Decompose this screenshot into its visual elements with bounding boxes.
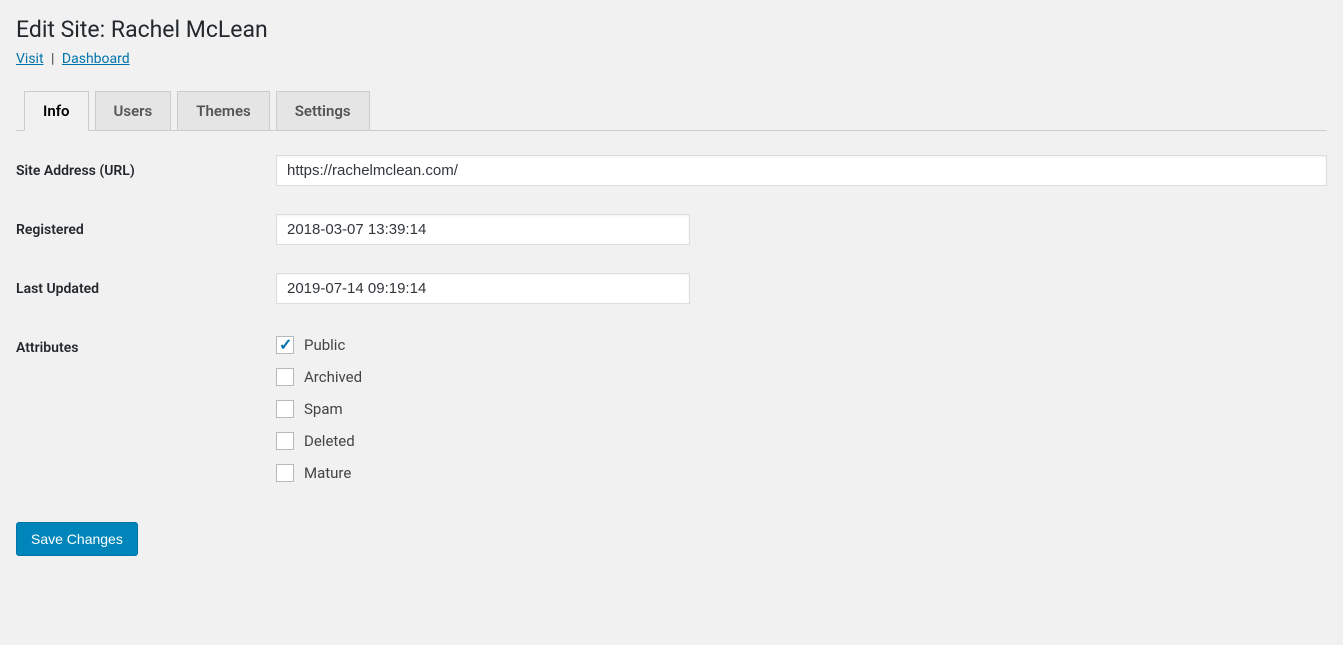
attribute-archived-label: Archived bbox=[304, 368, 362, 386]
tabs-container: Info Users Themes Settings bbox=[16, 91, 1327, 131]
tab-info[interactable]: Info bbox=[24, 91, 89, 131]
dashboard-link[interactable]: Dashboard bbox=[62, 51, 130, 67]
last-updated-label: Last Updated bbox=[16, 273, 276, 297]
attribute-deleted-label: Deleted bbox=[304, 432, 355, 450]
attribute-public-row[interactable]: Public bbox=[276, 336, 1327, 354]
attributes-checkbox-list: Public Archived Spam Deleted Mature bbox=[276, 332, 1327, 482]
attribute-archived-row[interactable]: Archived bbox=[276, 368, 1327, 386]
tab-themes[interactable]: Themes bbox=[177, 91, 269, 131]
site-address-label: Site Address (URL) bbox=[16, 155, 276, 179]
attributes-label: Attributes bbox=[16, 332, 276, 356]
attribute-mature-checkbox[interactable] bbox=[276, 464, 294, 482]
attribute-spam-checkbox[interactable] bbox=[276, 400, 294, 418]
attribute-spam-label: Spam bbox=[304, 400, 343, 418]
tab-settings[interactable]: Settings bbox=[276, 91, 370, 131]
attribute-deleted-row[interactable]: Deleted bbox=[276, 432, 1327, 450]
registered-label: Registered bbox=[16, 214, 276, 238]
site-address-input[interactable] bbox=[276, 155, 1327, 186]
visit-link[interactable]: Visit bbox=[16, 51, 44, 67]
form-table: Site Address (URL) Registered Last Updat… bbox=[16, 155, 1327, 556]
attribute-mature-row[interactable]: Mature bbox=[276, 464, 1327, 482]
separator: | bbox=[51, 51, 54, 67]
last-updated-input[interactable] bbox=[276, 273, 690, 304]
attribute-public-checkbox[interactable] bbox=[276, 336, 294, 354]
page-title: Edit Site: Rachel McLean bbox=[16, 16, 1327, 43]
attribute-public-label: Public bbox=[304, 336, 345, 354]
nav-links: Visit | Dashboard bbox=[16, 51, 1327, 67]
attribute-deleted-checkbox[interactable] bbox=[276, 432, 294, 450]
attribute-archived-checkbox[interactable] bbox=[276, 368, 294, 386]
attribute-mature-label: Mature bbox=[304, 464, 351, 482]
tab-users[interactable]: Users bbox=[95, 91, 172, 131]
registered-input[interactable] bbox=[276, 214, 690, 245]
save-changes-button[interactable]: Save Changes bbox=[16, 522, 138, 556]
attribute-spam-row[interactable]: Spam bbox=[276, 400, 1327, 418]
